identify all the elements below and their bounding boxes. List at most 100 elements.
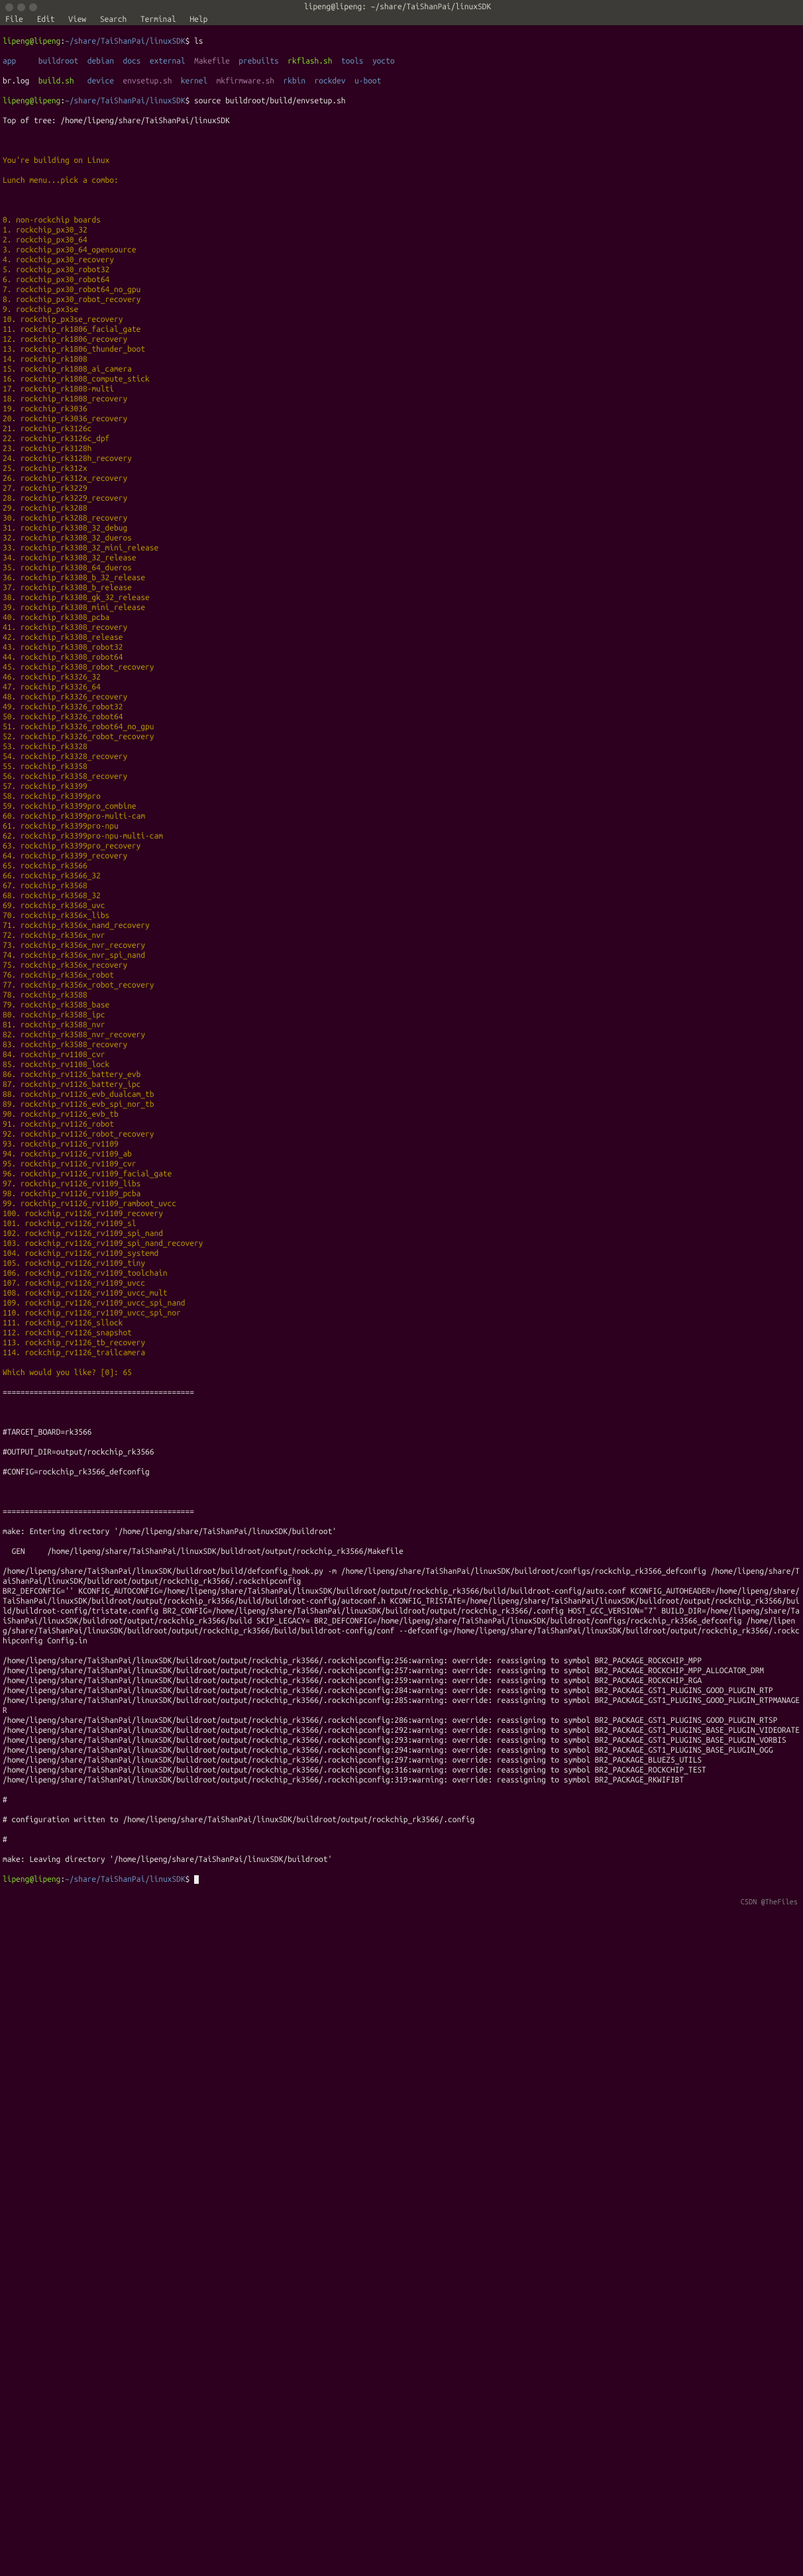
board-item: 21. rockchip_rk3126c (3, 424, 800, 434)
board-item: 89. rockchip_rv1126_evb_spi_nor_tb (3, 1100, 800, 1109)
board-item: 68. rockchip_rk3568_32 (3, 891, 800, 901)
board-item: 74. rockchip_rk356x_nvr_spi_nand (3, 951, 800, 960)
make-entering: make: Entering directory '/home/lipeng/s… (3, 1527, 800, 1537)
minimize-icon[interactable] (17, 3, 25, 11)
warning-line: /home/lipeng/share/TaiShanPai/linuxSDK/b… (3, 1745, 800, 1755)
menu-help[interactable]: Help (189, 15, 207, 24)
target-board: #TARGET_BOARD=rk3566 (3, 1427, 800, 1437)
board-item: 37. rockchip_rk3308_b_release (3, 583, 800, 593)
board-item: 72. rockchip_rk356x_nvr (3, 931, 800, 941)
board-item: 86. rockchip_rv1126_battery_evb (3, 1070, 800, 1080)
maximize-icon[interactable] (29, 3, 37, 11)
board-item: 18. rockchip_rk1808_recovery (3, 394, 800, 404)
warning-output: /home/lipeng/share/TaiShanPai/linuxSDK/b… (3, 1656, 800, 1785)
prompt-line-1: lipeng@lipeng:~/share/TaiShanPai/linuxSD… (3, 36, 800, 46)
separator: ========================================… (3, 1388, 800, 1398)
board-item: 12. rockchip_rk1806_recovery (3, 335, 800, 344)
board-item: 98. rockchip_rv1126_rv1109_pcba (3, 1189, 800, 1199)
warning-line: /home/lipeng/share/TaiShanPai/linuxSDK/b… (3, 1656, 800, 1666)
separator: ========================================… (3, 1507, 800, 1517)
board-item: 106. rockchip_rv1126_rv1109_toolchain (3, 1268, 800, 1278)
board-item: 71. rockchip_rk356x_nand_recovery (3, 921, 800, 931)
config-line: #CONFIG=rockchip_rk3566_defconfig (3, 1467, 800, 1477)
board-item: 90. rockchip_rv1126_evb_tb (3, 1109, 800, 1119)
terminal-output[interactable]: lipeng@lipeng:~/share/TaiShanPai/linuxSD… (0, 25, 803, 1896)
board-item: 82. rockchip_rk3588_nvr_recovery (3, 1030, 800, 1040)
board-item: 35. rockchip_rk3308_64_dueros (3, 563, 800, 573)
board-item: 16. rockchip_rk1808_compute_stick (3, 374, 800, 384)
warning-line: /home/lipeng/share/TaiShanPai/linuxSDK/b… (3, 1726, 800, 1735)
board-item: 57. rockchip_rk3399 (3, 782, 800, 792)
building-text: You're building on Linux (3, 156, 800, 166)
warning-line: /home/lipeng/share/TaiShanPai/linuxSDK/b… (3, 1696, 800, 1716)
prompt-path: ~/share/TaiShanPai/linuxSDK (65, 37, 185, 46)
board-item: 7. rockchip_px30_robot64_no_gpu (3, 285, 800, 295)
command-ls: ls (194, 37, 203, 46)
board-item: 99. rockchip_rv1126_rv1109_ramboot_uvcc (3, 1199, 800, 1209)
board-item: 0. non-rockchip boards (3, 215, 800, 225)
board-item: 81. rockchip_rk3588_nvr (3, 1020, 800, 1030)
board-item: 83. rockchip_rk3588_recovery (3, 1040, 800, 1050)
window-title: lipeng@lipeng: ~/share/TaiShanPai/linuxS… (37, 3, 758, 11)
board-item: 85. rockchip_rv1108_lock (3, 1060, 800, 1070)
board-item: 113. rockchip_rv1126_tb_recovery (3, 1338, 800, 1348)
board-item: 42. rockchip_rk3308_release (3, 633, 800, 643)
menu-file[interactable]: File (5, 15, 23, 24)
board-item: 25. rockchip_rk312x (3, 464, 800, 474)
board-item: 46. rockchip_rk3326_32 (3, 672, 800, 682)
board-item: 75. rockchip_rk356x_recovery (3, 960, 800, 970)
board-item: 110. rockchip_rv1126_rv1109_uvcc_spi_nor (3, 1308, 800, 1318)
board-item: 17. rockchip_rk1808-multi (3, 384, 800, 394)
board-item: 10. rockchip_px3se_recovery (3, 315, 800, 325)
board-item: 73. rockchip_rk356x_nvr_recovery (3, 941, 800, 951)
board-item: 27. rockchip_rk3229 (3, 484, 800, 493)
board-item: 49. rockchip_rk3326_robot32 (3, 702, 800, 712)
close-icon[interactable] (5, 3, 13, 11)
menu-view[interactable]: View (68, 15, 86, 24)
board-item: 3. rockchip_px30_64_opensource (3, 245, 800, 255)
menu-terminal[interactable]: Terminal (140, 15, 176, 24)
board-item: 67. rockchip_rk3568 (3, 881, 800, 891)
board-item: 60. rockchip_rk3399pro-multi-cam (3, 811, 800, 821)
board-item: 62. rockchip_rk3399pro-npu-multi-cam (3, 831, 800, 841)
board-item: 28. rockchip_rk3229_recovery (3, 493, 800, 503)
build-line: /home/lipeng/share/TaiShanPai/linuxSDK/b… (3, 1567, 800, 1586)
board-item: 58. rockchip_rk3399pro (3, 792, 800, 801)
board-item: 97. rockchip_rv1126_rv1109_libs (3, 1179, 800, 1189)
board-item: 55. rockchip_rk3358 (3, 762, 800, 772)
board-item: 104. rockchip_rv1126_rv1109_systemd (3, 1249, 800, 1259)
board-list: 0. non-rockchip boards1. rockchip_px30_3… (3, 215, 800, 1358)
board-item: 5. rockchip_px30_robot32 (3, 265, 800, 275)
board-item: 87. rockchip_rv1126_battery_ipc (3, 1080, 800, 1090)
board-item: 34. rockchip_rk3308_32_release (3, 553, 800, 563)
board-item: 26. rockchip_rk312x_recovery (3, 474, 800, 484)
board-item: 65. rockchip_rk3566 (3, 861, 800, 871)
board-item: 95. rockchip_rv1126_rv1109_cvr (3, 1159, 800, 1169)
gen-line: GEN /home/lipeng/share/TaiShanPai/linuxS… (3, 1547, 800, 1557)
board-item: 111. rockchip_rv1126_sllock (3, 1318, 800, 1328)
board-item: 93. rockchip_rv1126_rv1109 (3, 1139, 800, 1149)
command-source: source buildroot/build/envsetup.sh (194, 97, 345, 105)
cursor-icon (194, 1875, 199, 1884)
warning-line: /home/lipeng/share/TaiShanPai/linuxSDK/b… (3, 1765, 800, 1775)
menu-edit[interactable]: Edit (37, 15, 55, 24)
warning-line: /home/lipeng/share/TaiShanPai/linuxSDK/b… (3, 1735, 800, 1745)
board-item: 107. rockchip_rv1126_rv1109_uvcc (3, 1278, 800, 1288)
board-item: 78. rockchip_rk3588 (3, 990, 800, 1000)
board-item: 69. rockchip_rk3568_uvc (3, 901, 800, 911)
board-item: 30. rockchip_rk3288_recovery (3, 513, 800, 523)
board-item: 70. rockchip_rk356x_libs (3, 911, 800, 921)
top-of-tree: Top of tree: /home/lipeng/share/TaiShanP… (3, 116, 800, 126)
board-item: 66. rockchip_rk3566_32 (3, 871, 800, 881)
warning-line: /home/lipeng/share/TaiShanPai/linuxSDK/b… (3, 1716, 800, 1726)
warning-line: /home/lipeng/share/TaiShanPai/linuxSDK/b… (3, 1775, 800, 1785)
board-item: 8. rockchip_px30_robot_recovery (3, 295, 800, 305)
menu-search[interactable]: Search (100, 15, 127, 24)
board-item: 50. rockchip_rk3326_robot64 (3, 712, 800, 722)
board-item: 61. rockchip_rk3399pro-npu (3, 821, 800, 831)
menubar: File Edit View Search Terminal Help (0, 14, 803, 25)
board-item: 43. rockchip_rk3308_robot32 (3, 643, 800, 652)
prompt-line-3: lipeng@lipeng:~/share/TaiShanPai/linuxSD… (3, 1875, 800, 1884)
warning-line: /home/lipeng/share/TaiShanPai/linuxSDK/b… (3, 1686, 800, 1696)
board-item: 63. rockchip_rk3399pro_recovery (3, 841, 800, 851)
